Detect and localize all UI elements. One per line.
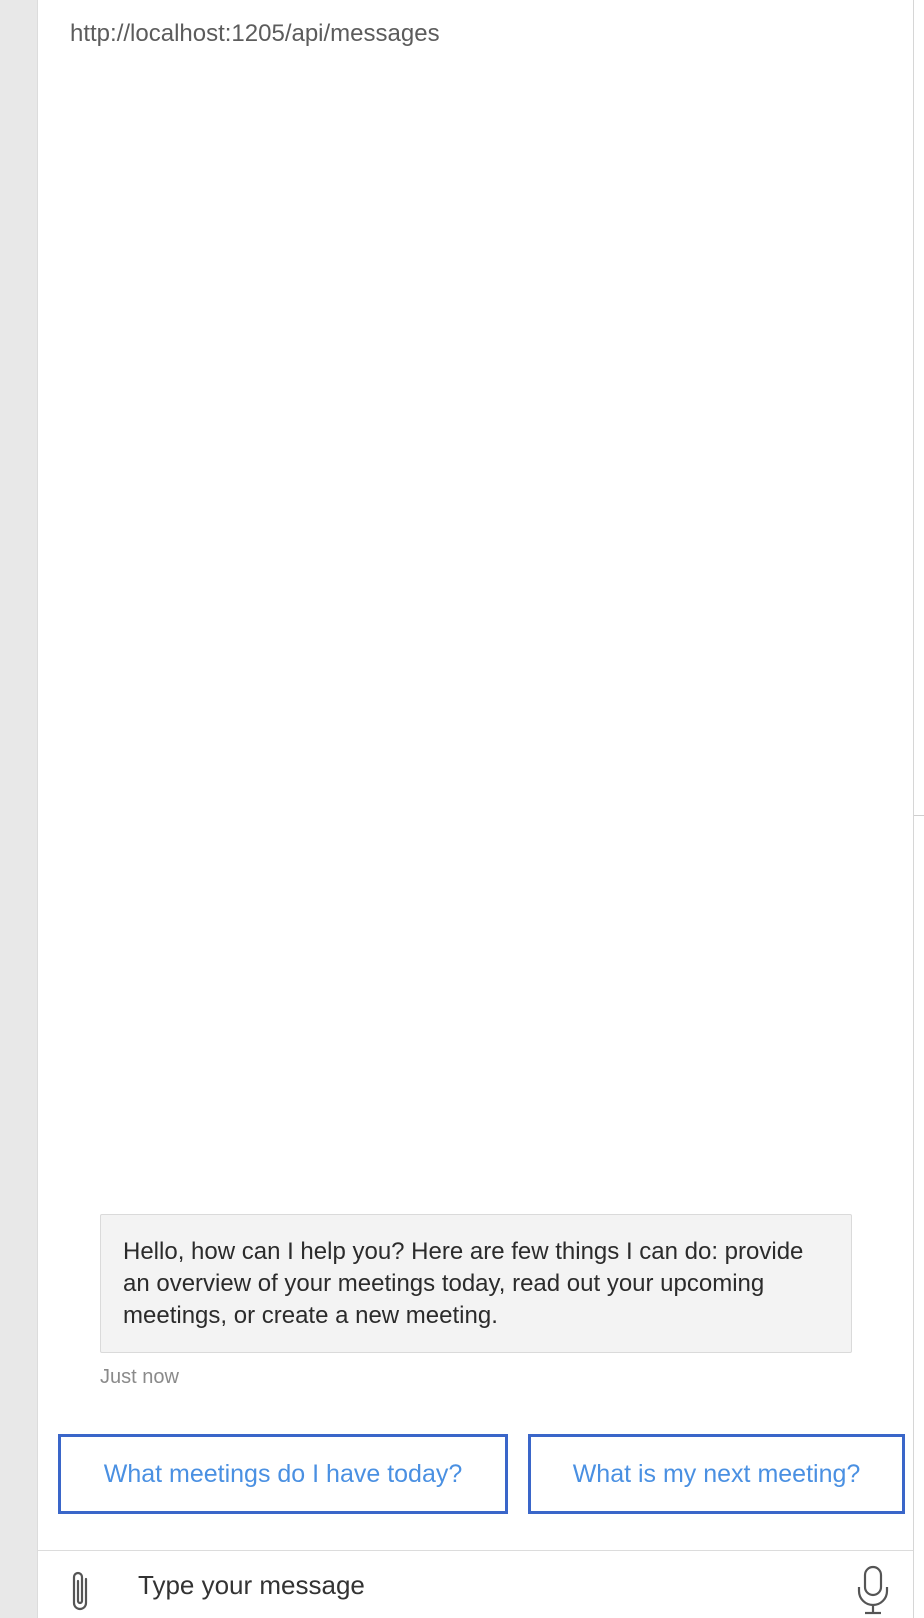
- right-divider-tick: [914, 815, 924, 816]
- message-timestamp: Just now: [100, 1366, 179, 1388]
- bot-message-bubble: Hello, how can I help you? Here are few …: [100, 1214, 852, 1353]
- paperclip-icon[interactable]: [60, 1567, 100, 1617]
- endpoint-url: http://localhost:1205/api/messages: [70, 20, 440, 47]
- suggested-action-next-meeting[interactable]: What is my next meeting?: [528, 1434, 905, 1514]
- chat-panel: http://localhost:1205/api/messages Hello…: [38, 0, 913, 1618]
- microphone-icon[interactable]: [853, 1565, 893, 1617]
- left-gutter: [0, 0, 38, 1618]
- right-scroll-strip: [913, 0, 924, 1618]
- suggested-action-meetings-today[interactable]: What meetings do I have today?: [58, 1434, 508, 1514]
- message-input[interactable]: [138, 1563, 798, 1607]
- message-composer: [38, 1550, 913, 1618]
